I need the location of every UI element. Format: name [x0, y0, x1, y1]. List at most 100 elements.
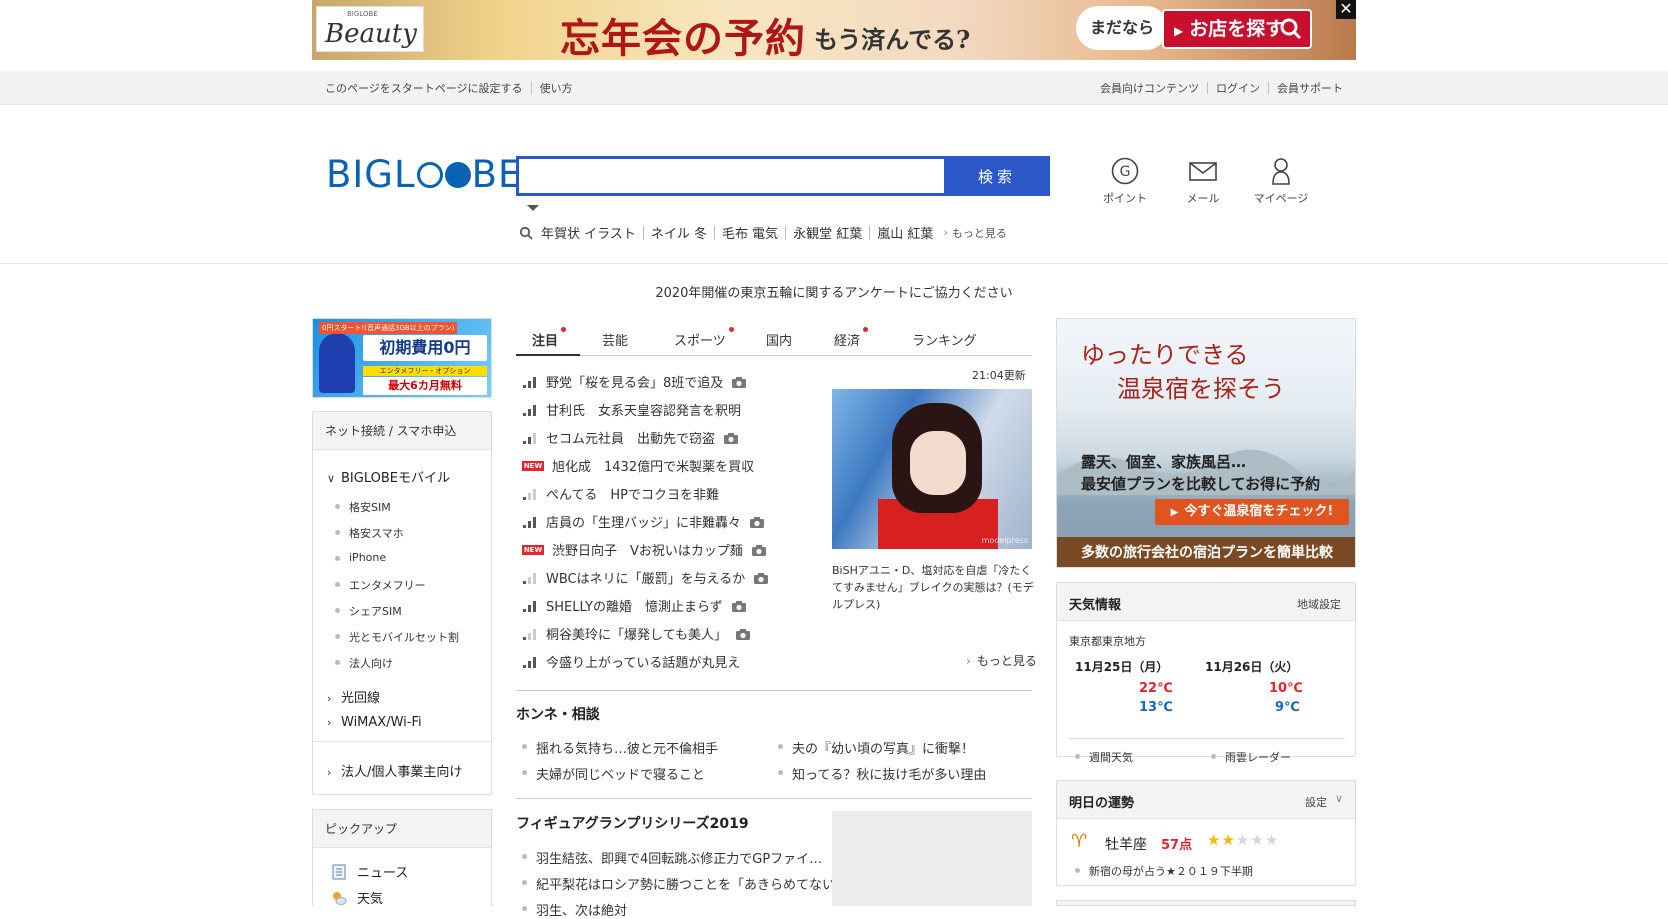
biglobe-logo[interactable]: BIGL BE	[326, 153, 522, 196]
tab-ranking[interactable]: ランキング	[912, 330, 977, 349]
menu-item[interactable]: エンタメフリー	[335, 577, 426, 593]
honne-item[interactable]: 揺れる気持ち…彼と元不倫相手	[521, 738, 718, 757]
news-more-label: もっと見る	[976, 654, 1037, 668]
fortune-note-link[interactable]: 新宿の母が占う★２０１９下半期	[1075, 863, 1253, 879]
news-item[interactable]: 桐谷美玲に「爆発しても美人」	[522, 624, 751, 643]
top-banner-ad[interactable]: BIGLOBE Beauty 忘年会の予約 もう済んでる? まだなら ▶ お店を探…	[312, 0, 1356, 60]
ranking-bars-icon	[523, 376, 536, 388]
search-icon	[519, 226, 533, 240]
honne-item[interactable]: 知ってる？秋に抜け毛が多い理由	[777, 764, 986, 783]
banner-close-button[interactable]: ✕	[1336, 0, 1356, 19]
news-item[interactable]: 今盛り上がっている話題が丸見え	[522, 652, 740, 671]
news-photo[interactable]: modelpress	[832, 389, 1032, 549]
photo-face	[910, 431, 966, 495]
photo-watermark: modelpress	[981, 536, 1028, 545]
news-more-link[interactable]: › もっと見る	[966, 652, 1037, 669]
rain-radar-link[interactable]: 雨雲レーダー	[1211, 749, 1291, 765]
tab-label: 芸能	[602, 334, 629, 349]
banner-brand-logo: BIGLOBE Beauty	[316, 6, 424, 52]
camera-icon	[750, 516, 765, 528]
weather-region-setting-link[interactable]: 地域設定	[1297, 596, 1341, 612]
member-support-link[interactable]: 会員サポート	[1277, 80, 1343, 96]
search-options-caret-icon[interactable]	[527, 205, 539, 211]
figure-item[interactable]: 紀平梨花はロシア勢に勝つことを「あきらめてない」…	[521, 874, 861, 893]
news-item[interactable]: NEW 旭化成 1432億円で米製薬を買収	[522, 456, 754, 475]
point-label: ポイント	[1103, 192, 1147, 205]
weekly-weather-link[interactable]: 週間天気	[1075, 749, 1133, 765]
onsen-ad[interactable]: ゆったりできる 温泉宿を探そう 露天、個室、家族風呂… 最安値プランを比較してお…	[1056, 318, 1356, 568]
onsen-ad-body2: 最安値プランを比較してお得に予約	[1081, 475, 1321, 493]
menu-item[interactable]: 格安SIM	[335, 499, 391, 515]
utility-bar: このページをスタートページに設定する 使い方 会員向けコンテンツ ログイン 会員…	[0, 71, 1668, 105]
tab-economy[interactable]: 経済	[834, 327, 869, 349]
menu-item[interactable]: 光とモバイルセット割	[335, 629, 459, 645]
news-item[interactable]: セコム元社員 出動先で窃盗	[522, 428, 739, 447]
figure-item[interactable]: 羽生、次は絶対	[521, 900, 627, 919]
onsen-ad-cta-button[interactable]: ▶ 今すぐ温泉宿をチェック!	[1155, 499, 1349, 525]
weather-region: 東京都東京地方	[1069, 635, 1146, 648]
figure-skating-image[interactable]	[832, 811, 1032, 906]
tab-sports[interactable]: スポーツ	[674, 327, 734, 349]
menu-item[interactable]: iPhone	[334, 551, 386, 564]
how-to-use-link[interactable]: 使い方	[540, 80, 573, 96]
menu-business[interactable]: › 法人/個人事業主向け	[327, 761, 462, 780]
menu-item[interactable]: 格安スマホ	[335, 525, 404, 541]
tab-label: スポーツ	[674, 334, 726, 349]
news-photo-caption[interactable]: BiSHアユニ・D、塩対応を自虐「冷たくてすみません」ブレイクの実態は？(モデル…	[832, 562, 1036, 613]
trends-more-link[interactable]: もっと見る	[952, 225, 1007, 241]
banner-headline: 忘年会の予約	[560, 15, 806, 60]
mail-button[interactable]: メール	[1168, 156, 1238, 206]
weather-box: 天気情報 地域設定 東京都東京地方 11月25日（月） 22℃ 13℃ 11月2…	[1056, 582, 1356, 764]
tab-entertainment[interactable]: 芸能	[602, 330, 628, 349]
honne-item[interactable]: 夫婦が同じベッドで寝ること	[521, 764, 705, 783]
menu-biglobe-mobile[interactable]: ∨ BIGLOBEモバイル	[327, 467, 450, 486]
pickup-news[interactable]: ニュース	[331, 862, 408, 881]
trend-keyword[interactable]: 嵐山 紅葉	[877, 223, 933, 242]
news-item[interactable]: ぺんてる HPでコクヨを非難	[522, 484, 719, 503]
weather-low: 9℃	[1275, 700, 1300, 715]
set-start-page-link[interactable]: このページをスタートページに設定する	[325, 80, 523, 96]
weather-date: 11月26日（火）	[1205, 660, 1299, 674]
fortune-setting-link[interactable]: 設定	[1305, 794, 1327, 810]
banner-brand-small: BIGLOBE	[347, 10, 378, 18]
honne-item[interactable]: 夫の『幼い頃の写真』に衝撃！	[777, 738, 974, 757]
logo-text-b: BE	[471, 153, 523, 196]
tab-domestic[interactable]: 国内	[766, 330, 792, 349]
point-button[interactable]: G ポイント	[1090, 156, 1160, 206]
search-input[interactable]	[519, 159, 944, 193]
figure-item[interactable]: 羽生結弦、即興で4回転跳ぶ修正力でGPファイ…	[521, 848, 822, 867]
news-item[interactable]: NEW 渋野日向子 Vお祝いはカップ麺	[522, 540, 767, 559]
news-item[interactable]: 野党「桜を見る会」8班で追及	[522, 372, 747, 391]
menu-wimax[interactable]: › WiMAX/Wi-Fi	[327, 715, 422, 730]
pickup-weather[interactable]: 天気	[331, 888, 383, 907]
fortune-sign[interactable]: 牡羊座	[1105, 834, 1147, 854]
news-item[interactable]: 店員の「生理バッジ」に非難轟々	[522, 512, 765, 531]
trend-keyword[interactable]: ネイル 冬	[651, 223, 707, 242]
member-content-link[interactable]: 会員向けコンテンツ	[1100, 80, 1199, 96]
menu-biglobe-mobile-label: BIGLOBEモバイル	[341, 471, 450, 486]
menu-hikari[interactable]: › 光回線	[327, 687, 380, 706]
survey-link[interactable]: 2020年開催の東京五輪に関するアンケートにご協力ください	[0, 282, 1668, 301]
trend-keyword[interactable]: 毛布 電気	[722, 223, 778, 242]
menu-item[interactable]: シェアSIM	[335, 603, 402, 619]
mobile-plan-ad[interactable]: 0円スタート!(音声通話3GB以上のプラン) 初期費用0円 エンタメフリー・オプ…	[312, 318, 492, 398]
chevron-right-icon: ›	[943, 226, 948, 239]
login-link[interactable]: ログイン	[1216, 80, 1260, 96]
chevron-down-icon[interactable]: ∨	[1335, 792, 1343, 805]
mypage-button[interactable]: マイページ	[1246, 156, 1316, 206]
news-item[interactable]: SHELLYの離婚 憶測止まらず	[522, 596, 747, 615]
trend-keyword[interactable]: 永観堂 紅葉	[793, 223, 862, 242]
new-dot	[863, 327, 869, 332]
news-tabs: 注目 芸能 スポーツ 国内 経済 ランキング	[516, 326, 1032, 356]
weather-date: 11月25日（月）	[1075, 660, 1169, 674]
search-button[interactable]: 検索	[944, 156, 1050, 196]
trend-keyword[interactable]: 年賀状 イラスト	[541, 223, 636, 242]
news-item[interactable]: 甘利氏 女系天皇容認発言を釈明	[522, 400, 741, 419]
honne-section-title: ホンネ・相談	[516, 707, 600, 723]
banner-cta-button[interactable]: ▶ お店を探す	[1162, 9, 1312, 49]
tab-featured[interactable]: 注目	[532, 327, 567, 349]
news-item[interactable]: WBCはネリに「厳罰」を与えるか	[522, 568, 769, 587]
menu-item[interactable]: 法人向け	[335, 655, 393, 671]
menu-divider	[313, 741, 491, 742]
chevron-right-icon: ›	[966, 654, 971, 668]
